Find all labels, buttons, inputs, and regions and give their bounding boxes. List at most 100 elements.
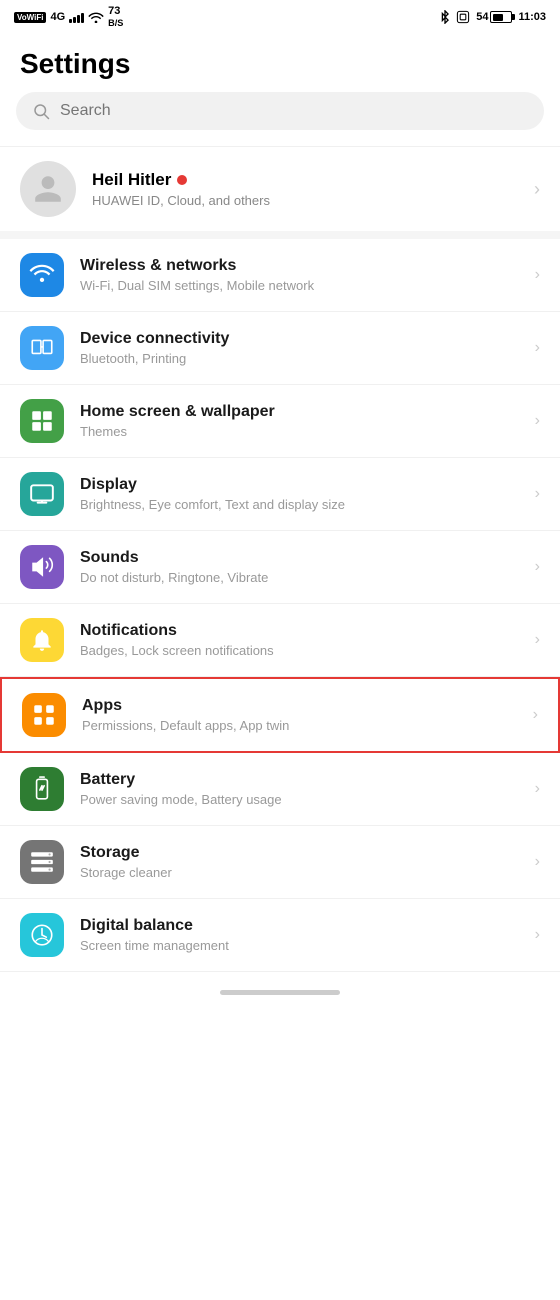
settings-item-notifications[interactable]: Notifications Badges, Lock screen notifi… [0,604,560,677]
sounds-icon [29,554,55,580]
bottom-pill-container [0,972,560,1007]
battery-icon: 54 [476,11,512,23]
profile-info: Heil Hitler HUAWEI ID, Cloud, and others [92,170,518,208]
display-icon-bg [20,472,64,516]
battery-settings-chevron: › [535,780,540,798]
notifications-text: Notifications Badges, Lock screen notifi… [80,622,519,658]
home-screen-text: Home screen & wallpaper Themes [80,403,519,439]
wireless-icon-bg [20,253,64,297]
bottom-pill [220,990,340,995]
digital-balance-icon-bg [20,913,64,957]
settings-item-sounds[interactable]: Sounds Do not disturb, Ringtone, Vibrate… [0,531,560,604]
storage-text: Storage Storage cleaner [80,844,519,880]
settings-item-wireless[interactable]: Wireless & networks Wi-Fi, Dual SIM sett… [0,239,560,312]
apps-chevron: › [533,706,538,724]
wireless-title: Wireless & networks [80,257,519,275]
device-connectivity-icon-bg [20,326,64,370]
home-screen-icon-bg [20,399,64,443]
profile-subtitle: HUAWEI ID, Cloud, and others [92,193,518,208]
sounds-icon-bg [20,545,64,589]
settings-item-home-screen[interactable]: Home screen & wallpaper Themes › [0,385,560,458]
search-icon [32,102,50,120]
digital-balance-text: Digital balance Screen time management [80,917,519,953]
search-input[interactable] [60,102,528,120]
settings-item-display[interactable]: Display Brightness, Eye comfort, Text an… [0,458,560,531]
wireless-text: Wireless & networks Wi-Fi, Dual SIM sett… [80,257,519,293]
battery-settings-subtitle: Power saving mode, Battery usage [80,792,519,807]
device-connectivity-title: Device connectivity [80,330,519,348]
digital-balance-subtitle: Screen time management [80,938,519,953]
data-speed: 73B/S [108,5,123,29]
notifications-title: Notifications [80,622,519,640]
device-connectivity-text: Device connectivity Bluetooth, Printing [80,330,519,366]
display-title: Display [80,476,519,494]
bluetooth-icon [440,10,450,24]
sounds-title: Sounds [80,549,519,567]
wifi-settings-icon [29,262,55,288]
home-screen-title: Home screen & wallpaper [80,403,519,421]
apps-text: Apps Permissions, Default apps, App twin [82,697,517,733]
device-connectivity-icon [29,335,55,361]
page-title: Settings [0,32,560,92]
storage-chevron: › [535,853,540,871]
display-text: Display Brightness, Eye comfort, Text an… [80,476,519,512]
wifi-icon [88,11,104,23]
home-screen-subtitle: Themes [80,424,519,439]
wireless-chevron: › [535,266,540,284]
storage-icon [29,849,55,875]
signal-bars [69,11,84,23]
display-icon [29,481,55,507]
battery-percent: 54 [476,11,488,23]
avatar [20,161,76,217]
display-subtitle: Brightness, Eye comfort, Text and displa… [80,497,519,512]
avatar-icon [32,173,64,205]
notifications-icon-bg [20,618,64,662]
sounds-chevron: › [535,558,540,576]
battery-settings-title: Battery [80,771,519,789]
status-left: VoWiFi 4G 73B/S [14,5,123,29]
display-chevron: › [535,485,540,503]
wireless-subtitle: Wi-Fi, Dual SIM settings, Mobile network [80,278,519,293]
device-connectivity-chevron: › [535,339,540,357]
battery-fill [493,14,503,21]
status-right: 54 11:03 [440,10,546,24]
network-type: 4G [50,11,65,23]
storage-icon-bg [20,840,64,884]
home-screen-icon [29,408,55,434]
online-indicator [177,175,187,185]
home-screen-chevron: › [535,412,540,430]
vowifi-badge: VoWiFi [14,12,46,23]
sounds-subtitle: Do not disturb, Ringtone, Vibrate [80,570,519,585]
apps-subtitle: Permissions, Default apps, App twin [82,718,517,733]
profile-name: Heil Hitler [92,170,518,190]
nfc-icon [456,10,470,24]
apps-title: Apps [82,697,517,715]
status-bar: VoWiFi 4G 73B/S 54 11:03 [0,0,560,32]
battery-body [490,11,512,23]
apps-icon [31,702,57,728]
battery-settings-icon-bg [20,767,64,811]
battery-settings-text: Battery Power saving mode, Battery usage [80,771,519,807]
device-connectivity-subtitle: Bluetooth, Printing [80,351,519,366]
storage-subtitle: Storage cleaner [80,865,519,880]
notifications-icon [29,627,55,653]
digital-balance-icon [29,922,55,948]
settings-item-digital-balance[interactable]: Digital balance Screen time management › [0,899,560,972]
profile-row[interactable]: Heil Hitler HUAWEI ID, Cloud, and others… [0,146,560,239]
settings-item-device-connectivity[interactable]: Device connectivity Bluetooth, Printing … [0,312,560,385]
digital-balance-title: Digital balance [80,917,519,935]
notifications-subtitle: Badges, Lock screen notifications [80,643,519,658]
settings-item-apps[interactable]: Apps Permissions, Default apps, App twin… [0,677,560,753]
clock: 11:03 [518,11,546,23]
storage-title: Storage [80,844,519,862]
profile-chevron-icon: › [534,179,540,200]
notifications-chevron: › [535,631,540,649]
sounds-text: Sounds Do not disturb, Ringtone, Vibrate [80,549,519,585]
battery-settings-icon [29,776,55,802]
settings-item-battery[interactable]: Battery Power saving mode, Battery usage… [0,753,560,826]
settings-list: Wireless & networks Wi-Fi, Dual SIM sett… [0,239,560,972]
apps-icon-bg [22,693,66,737]
settings-item-storage[interactable]: Storage Storage cleaner › [0,826,560,899]
search-bar[interactable] [16,92,544,130]
digital-balance-chevron: › [535,926,540,944]
